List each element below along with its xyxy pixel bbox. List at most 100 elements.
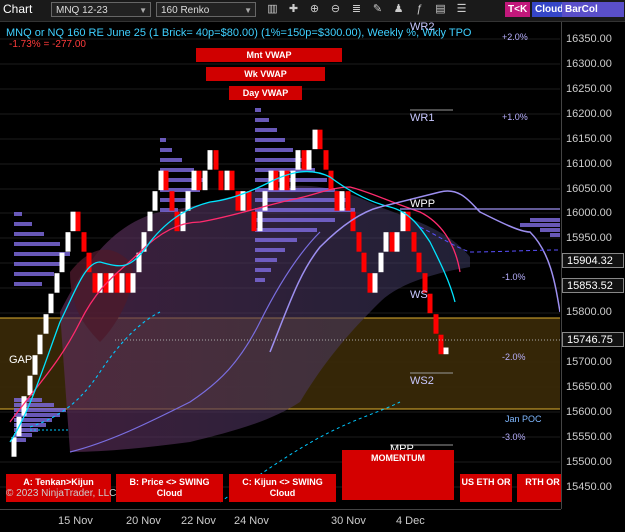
down-brick (367, 273, 373, 293)
up-brick (202, 170, 208, 191)
up-brick (27, 375, 33, 396)
instrument-value: MNQ 12-23 (56, 5, 108, 16)
up-brick (130, 273, 136, 293)
indicators-icon[interactable]: ƒ (413, 3, 426, 16)
month-vwap-button[interactable]: Mnt VWAP (196, 48, 342, 62)
pct-plus1: +1.0% (502, 112, 528, 122)
chevron-down-icon: ▼ (139, 6, 147, 15)
down-brick (317, 129, 323, 150)
price-marker: 15853.52 (562, 278, 624, 293)
tk-button[interactable]: T<K (505, 2, 531, 17)
up-brick (257, 211, 263, 232)
day-vwap-button[interactable]: Day VWAP (229, 86, 302, 100)
up-brick (207, 150, 213, 170)
down-brick (411, 232, 417, 252)
down-brick (196, 170, 202, 191)
us-eth-or-button[interactable]: US ETH OR (460, 474, 512, 502)
price-label: 16350.00 (566, 33, 612, 45)
down-brick (114, 273, 120, 293)
wr2-label: WR2 (410, 21, 435, 33)
down-brick (328, 170, 334, 191)
down-brick (323, 150, 329, 170)
down-brick (345, 191, 351, 211)
up-brick (37, 334, 43, 355)
up-brick (443, 347, 449, 355)
up-brick (372, 273, 378, 293)
down-brick (169, 191, 175, 211)
down-brick (433, 314, 439, 334)
price-marker: 15904.32 (562, 253, 624, 268)
pct-minus3: -3.0% (502, 432, 526, 442)
kijun-swing-cloud-button[interactable]: C: Kijun <> SWING Cloud (229, 474, 336, 502)
down-brick (284, 170, 290, 191)
down-brick (125, 273, 131, 293)
up-brick (312, 129, 318, 150)
up-brick (119, 273, 125, 293)
down-brick (235, 191, 241, 211)
chevron-down-icon: ▼ (244, 6, 252, 15)
time-axis[interactable]: 15 Nov 20 Nov 22 Nov 24 Nov 30 Nov 4 Dec (0, 509, 561, 532)
down-brick (246, 191, 252, 211)
up-brick (43, 314, 49, 334)
down-brick (174, 211, 180, 232)
down-brick (334, 191, 340, 211)
time-label: 15 Nov (58, 515, 93, 527)
zoom-in-icon[interactable]: ⊕ (308, 3, 321, 16)
down-brick (213, 150, 219, 170)
price-swing-cloud-button[interactable]: B: Price <> SWING Cloud (116, 474, 223, 502)
chart-trader-icon[interactable]: ☰ (455, 3, 468, 16)
period-value: 160 Renko (161, 5, 210, 16)
up-brick (11, 437, 17, 457)
wpp-label: WPP (410, 198, 436, 210)
templates-icon[interactable]: ▤ (434, 3, 447, 16)
price-label: 15950.00 (566, 232, 612, 244)
price-label: 16200.00 (566, 108, 612, 120)
period-selector[interactable]: 160 Renko ▼ (156, 2, 256, 17)
time-label: 24 Nov (234, 515, 269, 527)
jan-poc-label: Jan POC (505, 414, 542, 424)
drawing-tools-icon[interactable]: ✎ (371, 3, 384, 16)
down-brick (163, 170, 169, 191)
chart-subheader: -1.73% = -277.00 (9, 39, 86, 50)
zoom-out-icon[interactable]: ⊖ (329, 3, 342, 16)
up-brick (262, 191, 268, 211)
price-axis[interactable]: 16350.00 16300.00 16250.00 16200.00 1615… (561, 22, 625, 509)
wr1-label: WR1 (410, 112, 435, 124)
down-brick (251, 211, 257, 232)
up-brick (306, 150, 312, 170)
pct-minus2: -2.0% (502, 352, 526, 362)
bars-icon[interactable]: ▥ (266, 3, 279, 16)
price-label: 15450.00 (566, 481, 612, 493)
up-brick (152, 191, 158, 211)
properties-icon[interactable]: ≣ (350, 3, 363, 16)
up-brick (158, 170, 164, 191)
up-brick (224, 170, 230, 191)
week-vwap-button[interactable]: Wk VWAP (206, 67, 325, 81)
down-brick (229, 170, 235, 191)
barcol-button[interactable]: BarCol (562, 2, 624, 17)
down-brick (92, 273, 98, 293)
price-label: 15600.00 (566, 406, 612, 418)
up-brick (32, 355, 38, 375)
strategies-icon[interactable]: ♟ (392, 3, 405, 16)
up-brick (191, 170, 197, 191)
copyright: © 2023 NinjaTrader, LLC (6, 488, 117, 499)
price-label: 16050.00 (566, 183, 612, 195)
price-label: 16300.00 (566, 58, 612, 70)
crosshair-icon[interactable]: ✚ (287, 3, 300, 16)
price-label: 15700.00 (566, 356, 612, 368)
last-price-marker: 15746.75 (562, 332, 624, 347)
down-brick (438, 334, 444, 355)
down-brick (361, 252, 367, 273)
price-label: 15550.00 (566, 431, 612, 443)
price-label: 16100.00 (566, 158, 612, 170)
instrument-selector[interactable]: MNQ 12-23 ▼ (51, 2, 151, 17)
up-brick (279, 170, 285, 191)
time-label: 22 Nov (181, 515, 216, 527)
down-brick (218, 170, 224, 191)
down-brick (356, 232, 362, 252)
down-brick (416, 252, 422, 273)
ws2-label: WS2 (410, 375, 434, 387)
price-label: 15650.00 (566, 381, 612, 393)
momentum-button[interactable]: MOMENTUM (342, 450, 454, 500)
